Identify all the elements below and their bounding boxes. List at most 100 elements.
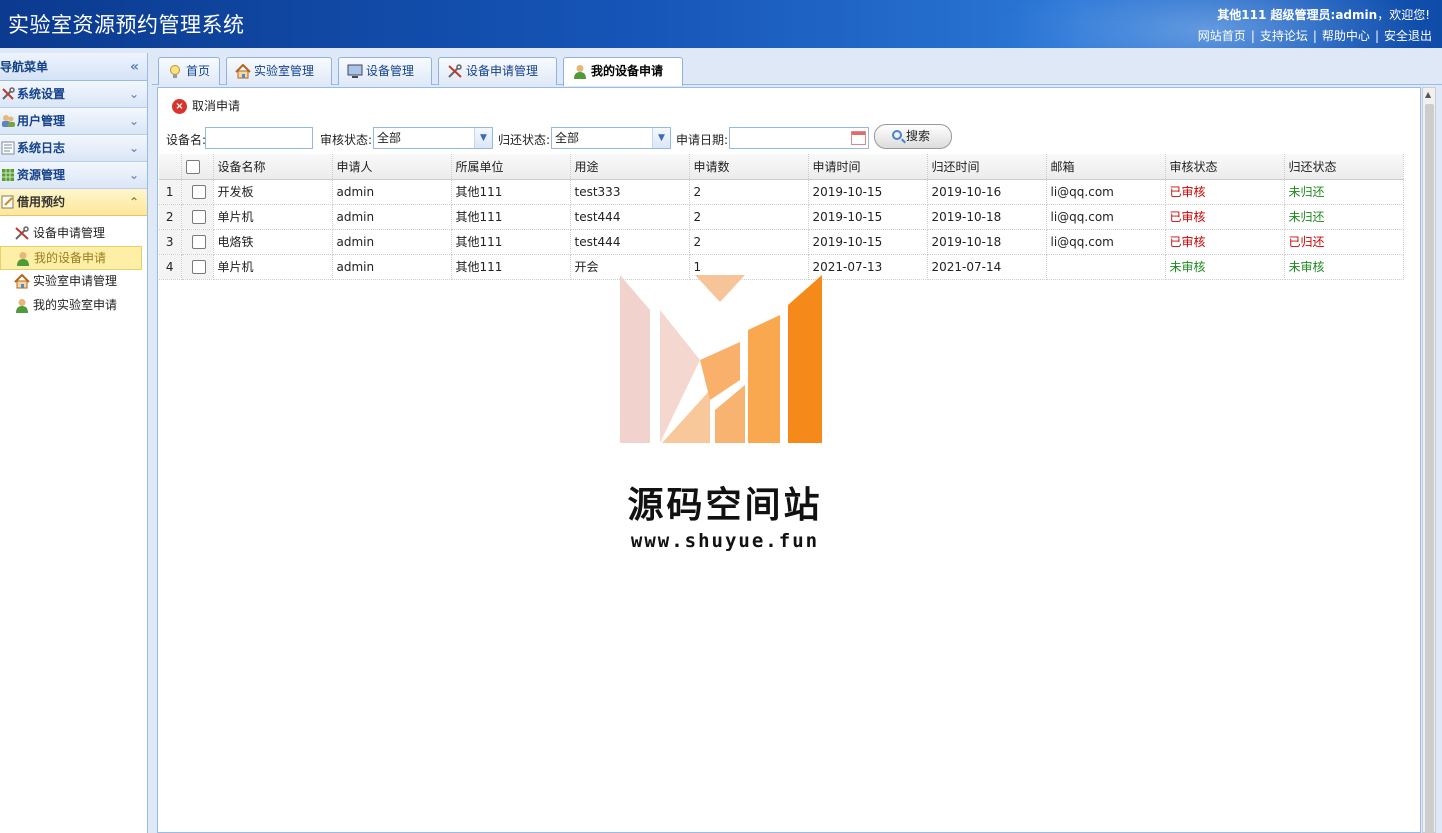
sidebar-item-label: 实验室申请管理 (33, 274, 118, 288)
table-row[interactable]: 2 单片机 admin 其他111 test444 2 2019-10-15 2… (159, 204, 1404, 230)
device-name-input[interactable] (205, 127, 313, 149)
cell-purpose: test444 (570, 229, 690, 255)
content-panel: × 取消申请 设备名: 审核状态: 全部 ▼ 归还状态: 全部 ▼ 申请日期: … (157, 87, 1421, 833)
search-icon (892, 130, 902, 140)
cell-return-time: 2019-10-18 (927, 229, 1047, 255)
collapse-left-icon[interactable]: « (130, 53, 139, 81)
table-row[interactable]: 3 电烙铁 admin 其他111 test444 2 2019-10-15 2… (159, 229, 1404, 255)
tab-my-device-apply[interactable]: 我的设备申请× (563, 57, 683, 104)
user-icon (17, 252, 29, 266)
select-all-cell (181, 154, 214, 180)
row-checkbox[interactable] (192, 209, 206, 224)
scroll-up-icon[interactable]: ▲ (1425, 90, 1431, 99)
column-header[interactable]: 所属单位 (451, 154, 571, 180)
chevron-down-icon: ⌄ (128, 87, 139, 101)
sidebar-item-device-apply-mgmt[interactable]: 设备申请管理 (0, 222, 142, 246)
cell-unit: 其他111 (451, 229, 571, 255)
sidebar: 导航菜单 « 系统设置 ⌄ 用户管理 ⌄ 系统日志 ⌄ 资源管理 ⌄ 借用预约 … (0, 53, 148, 833)
column-header[interactable]: 设备名称 (213, 154, 333, 180)
cancel-apply-button[interactable]: × 取消申请 (172, 97, 240, 117)
column-header[interactable]: 申请数 (689, 154, 809, 180)
link-site-home[interactable]: 网站首页 (1198, 29, 1246, 43)
cell-apply-time: 2021-07-13 (808, 254, 928, 280)
cell-apply-time: 2019-10-15 (808, 204, 928, 230)
link-logout[interactable]: 安全退出 (1384, 29, 1432, 43)
header-links: 网站首页 | 支持论坛 | 帮助中心 | 安全退出 (1197, 29, 1432, 43)
log-icon (1, 141, 15, 155)
cell-purpose: test444 (570, 204, 690, 230)
sidebar-section-resource-mgmt[interactable]: 资源管理 ⌄ (0, 162, 147, 189)
return-status-label: 归还状态: (498, 133, 551, 147)
cell-apply-time: 2019-10-15 (808, 229, 928, 255)
sidebar-section-label: 系统日志 (17, 141, 66, 155)
sidebar-section-user-mgmt[interactable]: 用户管理 ⌄ (0, 108, 147, 135)
column-header[interactable]: 归还状态 (1284, 154, 1404, 180)
return-status-select[interactable]: 全部 ▼ (551, 127, 671, 149)
tab-strip: 首页 实验室管理× 设备管理× 设备申请管理× 我的设备申请× (152, 53, 1442, 104)
welcome-role: 超级管理员:admin (1270, 8, 1378, 22)
cell-quantity: 2 (689, 229, 809, 255)
sidebar-item-my-lab-apply[interactable]: 我的实验室申请 (0, 294, 142, 318)
cell-return-status: 未审核 (1284, 254, 1404, 280)
column-header[interactable]: 申请人 (332, 154, 452, 180)
column-header[interactable]: 邮箱 (1046, 154, 1166, 180)
row-number-header (159, 154, 182, 180)
tab-device-mgmt[interactable]: 设备管理× (338, 57, 432, 104)
sidebar-section-system-log[interactable]: 系统日志 ⌄ (0, 135, 147, 162)
sidebar-section-label: 系统设置 (17, 87, 66, 101)
column-header[interactable]: 用途 (570, 154, 690, 180)
sidebar-item-lab-apply-mgmt[interactable]: 实验室申请管理 (0, 270, 142, 294)
select-all-checkbox[interactable] (185, 159, 200, 174)
chevron-down-icon[interactable]: ▼ (474, 128, 492, 148)
column-header[interactable]: 归还时间 (927, 154, 1047, 180)
tab-lab-mgmt[interactable]: 实验室管理× (226, 57, 332, 104)
sidebar-section-system-settings[interactable]: 系统设置 ⌄ (0, 81, 147, 108)
cell-device-name: 单片机 (213, 254, 333, 280)
table-header-row: 设备名称 申请人 所属单位 用途 申请数 申请时间 归还时间 邮箱 审核状态 归… (159, 154, 1404, 180)
tab-device-apply-mgmt[interactable]: 设备申请管理× (438, 57, 557, 104)
row-checkbox[interactable] (192, 259, 206, 274)
cell-return-time: 2019-10-18 (927, 204, 1047, 230)
app-header: 实验室资源预约管理系统 其他111 超级管理员:admin，欢迎您! 网站首页 |… (0, 0, 1442, 48)
link-support-forum[interactable]: 支持论坛 (1260, 29, 1308, 43)
cell-audit-status: 未审核 (1165, 254, 1285, 280)
table-row[interactable]: 1 开发板 admin 其他111 test333 2 2019-10-15 2… (159, 179, 1404, 205)
chevron-down-icon[interactable]: ▼ (652, 128, 670, 148)
audit-status-select[interactable]: 全部 ▼ (373, 127, 493, 149)
cell-return-time: 2019-10-16 (927, 179, 1047, 205)
sidebar-item-label: 我的设备申请 (34, 251, 107, 265)
sidebar-section-borrow-booking[interactable]: 借用预约 ⌃ (0, 189, 147, 216)
cancel-icon: × (172, 99, 187, 114)
vertical-scrollbar[interactable]: ▲ (1422, 87, 1436, 833)
cell-quantity: 1 (689, 254, 809, 280)
cell-return-status: 未归还 (1284, 204, 1404, 230)
link-help-center[interactable]: 帮助中心 (1322, 29, 1370, 43)
sidebar-item-my-device-apply[interactable]: 我的设备申请 (0, 246, 142, 270)
table-row[interactable]: 4 单片机 admin 其他111 开会 1 2021-07-13 2021-0… (159, 254, 1404, 280)
sidebar-section-label: 借用预约 (17, 195, 66, 209)
tools-icon (2, 87, 15, 100)
row-check-cell (181, 254, 214, 280)
cancel-apply-label: 取消申请 (192, 99, 241, 113)
column-header[interactable]: 审核状态 (1165, 154, 1285, 180)
search-label: 搜索 (905, 129, 930, 143)
cell-device-name: 开发板 (213, 179, 333, 205)
cell-apply-time: 2019-10-15 (808, 179, 928, 205)
cell-return-status: 未归还 (1284, 179, 1404, 205)
scrollbar-thumb[interactable] (1425, 104, 1434, 833)
row-check-cell (181, 229, 214, 255)
row-checkbox[interactable] (192, 234, 206, 249)
app-title: 实验室资源预约管理系统 (8, 13, 245, 37)
tab-label: 设备申请管理 (466, 64, 539, 78)
cell-applicant: admin (332, 179, 452, 205)
cell-return-status: 已归还 (1284, 229, 1404, 255)
column-header[interactable]: 申请时间 (808, 154, 928, 180)
tab-home[interactable]: 首页 (158, 57, 220, 85)
tools-icon (448, 64, 462, 78)
edit-icon (1, 195, 14, 209)
home-icon (14, 274, 30, 289)
search-button[interactable]: 搜索 (874, 124, 952, 149)
apply-date-input[interactable] (729, 127, 869, 149)
row-checkbox[interactable] (192, 184, 206, 199)
calendar-icon[interactable] (851, 131, 866, 145)
